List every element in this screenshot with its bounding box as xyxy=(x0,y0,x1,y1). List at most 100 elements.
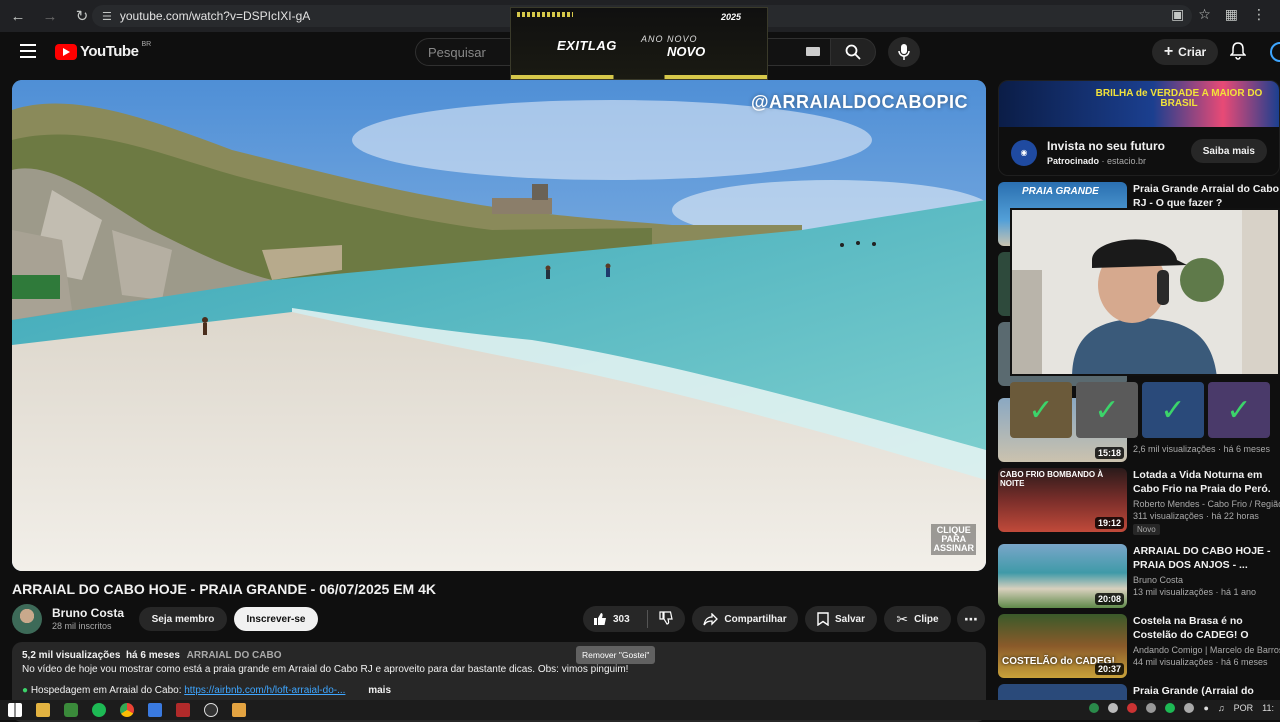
app-icon[interactable] xyxy=(176,703,190,717)
share-button[interactable]: Compartilhar xyxy=(692,606,798,632)
recommendation-stats: 2,6 mil visualizações · há 6 meses xyxy=(1133,444,1271,454)
streamer-webcam-overlay xyxy=(1010,208,1280,376)
join-button[interactable]: Seja membro xyxy=(139,607,227,631)
hashtag-link[interactable]: ARRAIAL DO CABO xyxy=(187,650,282,661)
recommendation-channel[interactable]: Andando Comigo | Marcelo de Barros xyxy=(1133,645,1280,655)
language-indicator[interactable]: POR xyxy=(1234,703,1254,713)
ad-domain: estacio.br xyxy=(1107,156,1147,166)
notifications-bell-icon[interactable] xyxy=(1229,42,1247,65)
description-text: No vídeo de hoje vou mostrar como está a… xyxy=(22,664,629,675)
youtube-logo[interactable]: YouTube BR xyxy=(55,41,151,60)
recommendation-thumbnail[interactable]: 20:08 xyxy=(998,544,1127,608)
like-button[interactable]: 303 xyxy=(583,612,647,626)
menu-icon[interactable]: ⋮ xyxy=(1252,6,1266,23)
share-icon xyxy=(703,612,719,626)
subscribe-watermark-logo[interactable]: CLIQUE PARA ASSINAR xyxy=(931,524,976,555)
recommendation-item[interactable]: CABO FRIO BOMBANDO À NOITE 19:12 Lotada … xyxy=(998,468,1280,535)
tray-icon[interactable] xyxy=(1089,703,1100,713)
microphone-tray-icon[interactable]: ● xyxy=(1203,703,1208,713)
hamburger-menu-icon[interactable] xyxy=(20,44,36,58)
search-button[interactable] xyxy=(830,38,876,66)
duration-badge: 15:18 xyxy=(1094,447,1124,459)
clip-button[interactable]: ✂ Clipe xyxy=(884,606,951,632)
clock[interactable]: 11: xyxy=(1262,703,1274,713)
back-icon[interactable]: ← xyxy=(4,2,32,30)
obs-icon[interactable] xyxy=(204,703,218,717)
microphone-icon xyxy=(898,44,910,60)
create-label: Criar xyxy=(1178,45,1207,59)
recommendation-channel[interactable]: Bruno Costa xyxy=(1133,575,1280,585)
recommendation-item[interactable]: Praia Grande (Arraial do Cabo) xyxy=(998,684,1280,700)
show-more-link[interactable]: mais xyxy=(368,685,391,696)
tray-icon[interactable] xyxy=(1184,703,1195,713)
tray-icon[interactable] xyxy=(1127,703,1138,713)
bookmark-star-icon[interactable]: ☆ xyxy=(1198,6,1211,23)
app-icon[interactable] xyxy=(232,703,246,717)
recommendation-thumbnail[interactable]: CABO FRIO BOMBANDO À NOITE 19:12 xyxy=(998,468,1127,532)
address-url: youtube.com/watch?v=DSPIcIXI-gA xyxy=(119,9,311,23)
subscriber-count: 28 mil inscritos xyxy=(52,621,112,631)
recommendation-item[interactable]: COSTELÃO do CADEG! 20:37 Costela na Bras… xyxy=(998,614,1280,678)
overlay-bottom-bar xyxy=(511,75,767,79)
spotify-icon[interactable] xyxy=(92,703,106,717)
keyboard-icon[interactable] xyxy=(806,47,820,56)
overlay-stripe xyxy=(517,12,573,17)
site-settings-icon[interactable]: ☰ xyxy=(102,10,112,23)
speaker-tray-icon[interactable]: ♫ xyxy=(1218,703,1225,713)
more-actions-button[interactable]: ⋯ xyxy=(957,606,985,632)
system-tray: ● ♫ POR 11: xyxy=(1089,703,1274,713)
cast-icon[interactable]: ▣ xyxy=(1171,6,1184,23)
duration-badge: 19:12 xyxy=(1094,517,1124,529)
recommendation-thumbnail[interactable] xyxy=(998,684,1127,700)
search-placeholder: Pesquisar xyxy=(428,44,486,60)
description-link-line: ● Hospedagem em Arraial do Cabo: https:/… xyxy=(22,685,976,696)
extensions-icon[interactable]: ▦ xyxy=(1225,6,1238,23)
ad-subline: Patrocinado · estacio.br xyxy=(1047,156,1147,166)
thumbs-up-icon xyxy=(594,613,606,625)
file-explorer-icon[interactable] xyxy=(36,703,50,717)
channel-avatar[interactable] xyxy=(12,604,42,634)
exitlag-logo: EXITLAG xyxy=(557,38,617,53)
checkmark-icon: ✓ xyxy=(1010,382,1072,438)
tray-icon[interactable] xyxy=(1165,703,1176,713)
recommendation-item[interactable]: 20:08 ARRAIAL DO CABO HOJE - PRAIA DOS A… xyxy=(998,544,1280,608)
chrome-icon[interactable] xyxy=(120,703,134,717)
scissors-icon: ✂ xyxy=(896,610,909,627)
duration-badge: 20:08 xyxy=(1094,593,1124,605)
subscribe-button[interactable]: Inscrever-se xyxy=(234,607,318,631)
ad-learn-more-button[interactable]: Saiba mais xyxy=(1190,139,1267,163)
overlay-year: 2025 xyxy=(720,12,741,22)
duration-badge: 20:37 xyxy=(1094,663,1124,675)
voice-search-button[interactable] xyxy=(888,37,920,67)
channel-name[interactable]: Bruno Costa xyxy=(52,606,124,620)
create-button[interactable]: + Criar xyxy=(1152,39,1218,65)
video-title: ARRAIAL DO CABO HOJE - PRAIA GRANDE - 06… xyxy=(12,581,436,597)
tray-icon[interactable] xyxy=(1146,703,1157,713)
remove-like-tooltip: Remover "Gostei" xyxy=(576,646,656,664)
recommendation-title: Praia Grande (Arraial do Cabo) xyxy=(1133,685,1254,700)
windows-start-icon[interactable] xyxy=(8,703,22,717)
ad-banner-image[interactable]: BRILHA de VERDADE A MAIOR DO BRASIL xyxy=(999,81,1279,127)
sidebar-ad-card[interactable]: BRILHA de VERDADE A MAIOR DO BRASIL ◉ In… xyxy=(998,80,1280,176)
share-label: Compartilhar xyxy=(724,613,787,625)
app-icon[interactable] xyxy=(148,703,162,717)
xbox-icon[interactable] xyxy=(64,703,78,717)
recommendation-stats: 311 visualizações · há 22 horas xyxy=(1133,511,1259,521)
airbnb-link[interactable]: https://airbnb.com/h/loft-arraial-do-... xyxy=(184,685,345,696)
checkmark-icon: ✓ xyxy=(1208,382,1270,438)
dislike-button[interactable] xyxy=(648,610,673,628)
clip-label: Clipe xyxy=(914,613,939,625)
video-player[interactable]: @ARRAIALDOCABOPIC CLIQUE PARA ASSINAR xyxy=(12,80,986,571)
bookmark-icon xyxy=(817,612,829,626)
account-avatar[interactable] xyxy=(1270,42,1280,62)
thumbs-down-icon xyxy=(659,610,673,625)
recommendation-thumbnail[interactable]: COSTELÃO do CADEG! 20:37 xyxy=(998,614,1127,678)
tray-icon[interactable] xyxy=(1108,703,1119,713)
save-button[interactable]: Salvar xyxy=(805,606,877,632)
like-count: 303 xyxy=(613,613,630,625)
recommendation-stats: 13 mil visualizações · há 1 ano xyxy=(1133,587,1257,597)
recommendation-channel[interactable]: Roberto Mendes - Cabo Frio / Região xyxy=(1133,499,1280,509)
forward-icon[interactable]: → xyxy=(36,2,64,30)
advertiser-logo[interactable]: ◉ xyxy=(1011,139,1037,166)
recommendation-title: Praia Grande Arraial do Cabo RJ - O que … xyxy=(1133,183,1280,209)
